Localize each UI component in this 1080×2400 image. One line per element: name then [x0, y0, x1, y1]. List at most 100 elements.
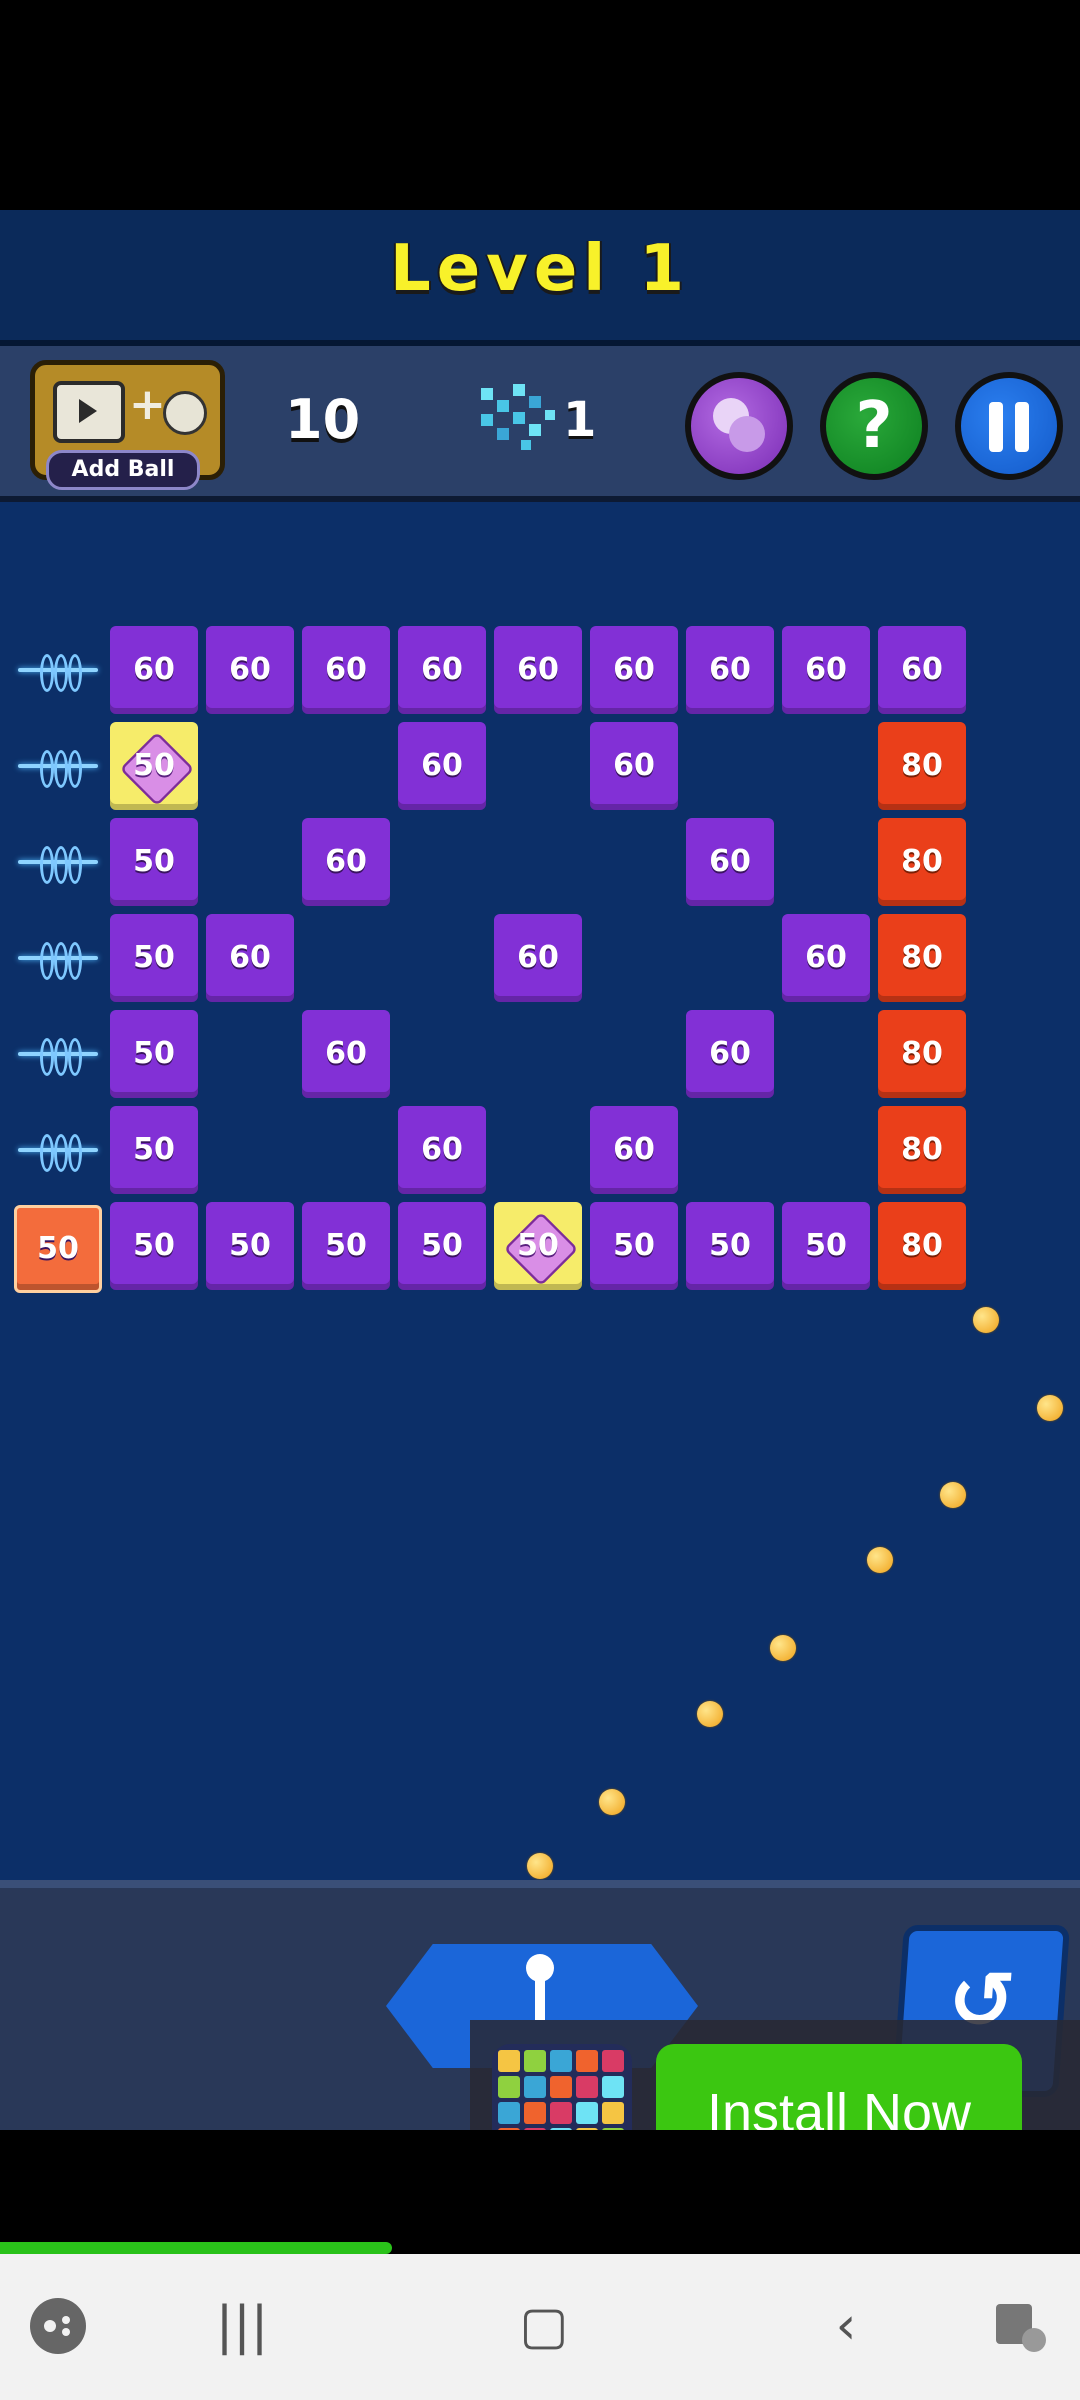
brick-value: 60 [709, 652, 751, 687]
black-band [0, 2130, 1080, 2254]
brick-value: 50 [709, 1228, 751, 1263]
brick-value: 80 [901, 940, 943, 975]
brick-value: 80 [901, 1228, 943, 1263]
plus-icon: + [129, 379, 166, 430]
ball [940, 1482, 966, 1508]
ball [1037, 1395, 1063, 1421]
ad-tv-icon [53, 381, 125, 443]
laser-icon [18, 1130, 98, 1172]
ball [867, 1547, 893, 1573]
brick-value: 60 [421, 748, 463, 783]
brick-gem: 50 [110, 722, 198, 810]
ball-icon [163, 391, 207, 435]
brick-purple: 60 [302, 626, 390, 714]
brick-value: 60 [133, 652, 175, 687]
brick-purple: 60 [398, 722, 486, 810]
brick-purple: 60 [206, 626, 294, 714]
status-area [0, 0, 1080, 210]
brick-red: 80 [878, 1106, 966, 1194]
balls-skin-icon [713, 398, 765, 452]
brick-value: 60 [421, 1132, 463, 1167]
balls-count: 10 [285, 388, 361, 451]
brick-purple: 50 [110, 1010, 198, 1098]
brick-value: 60 [325, 1036, 367, 1071]
brick-purple: 60 [686, 1010, 774, 1098]
brick-value: 60 [517, 940, 559, 975]
brick-value: 60 [325, 652, 367, 687]
laser-icon [18, 650, 98, 692]
brick-purple: 50 [110, 1202, 198, 1290]
ad-icon-tile [524, 2076, 546, 2098]
brick-purple: 60 [782, 626, 870, 714]
pause-icon [989, 402, 1003, 452]
brick-purple: 50 [782, 1202, 870, 1290]
brick-red: 80 [878, 722, 966, 810]
brick-purple: 50 [686, 1202, 774, 1290]
brick-red: 80 [878, 1202, 966, 1290]
brick-red: 80 [878, 914, 966, 1002]
ad-icon-tile [602, 2050, 624, 2072]
brick-value: 60 [613, 748, 655, 783]
accessibility-icon[interactable] [990, 2294, 1054, 2358]
ball [697, 1701, 723, 1727]
brick-purple: 60 [398, 626, 486, 714]
progress-bar [0, 2242, 392, 2254]
brick-purple: 60 [110, 626, 198, 714]
brick-red: 80 [878, 818, 966, 906]
brick-gem: 50 [494, 1202, 582, 1290]
brick-purple: 50 [398, 1202, 486, 1290]
brick-purple: 60 [686, 818, 774, 906]
laser-icon [18, 842, 98, 884]
brick-value: 80 [901, 1132, 943, 1167]
add-ball-label[interactable]: Add Ball [46, 450, 200, 490]
brick-value: 60 [805, 652, 847, 687]
ad-icon-tile [602, 2076, 624, 2098]
brick-value: 50 [229, 1228, 271, 1263]
brick-value: 50 [133, 1036, 175, 1071]
recents-button[interactable]: ||| [210, 2294, 274, 2358]
laser-icon [18, 746, 98, 788]
brick-purple: 60 [398, 1106, 486, 1194]
level-title: Level 1 [389, 232, 691, 306]
game-launcher-icon[interactable] [26, 2294, 90, 2358]
brick-value: 60 [421, 652, 463, 687]
brick-value: 60 [229, 940, 271, 975]
ad-icon-tile [576, 2050, 598, 2072]
brick-purple: 60 [590, 626, 678, 714]
brick-value: 60 [613, 1132, 655, 1167]
aim-launcher-icon [526, 1954, 554, 1982]
ad-icon-tile [524, 2050, 546, 2072]
home-button[interactable]: ▢ [512, 2294, 576, 2358]
brick-purple: 60 [590, 722, 678, 810]
brick-value: 80 [901, 748, 943, 783]
laser-icon [18, 1034, 98, 1076]
brick-value: 80 [901, 844, 943, 879]
brick-value: 60 [517, 652, 559, 687]
ad-icon-tile [498, 2102, 520, 2124]
help-button[interactable]: ? [820, 372, 928, 480]
balls-skin-button[interactable] [685, 372, 793, 480]
brick-value: 60 [709, 844, 751, 879]
ad-icon-tile [498, 2050, 520, 2072]
brick-value: 80 [901, 1036, 943, 1071]
brick-purple: 60 [782, 914, 870, 1002]
brick-purple: 50 [110, 818, 198, 906]
help-icon: ? [855, 389, 893, 463]
ball [770, 1635, 796, 1661]
brick-value: 50 [133, 748, 175, 783]
brick-purple: 60 [878, 626, 966, 714]
brick-value: 50 [133, 940, 175, 975]
brick-value: 60 [901, 652, 943, 687]
brick-value: 50 [325, 1228, 367, 1263]
brick-value: 60 [709, 1036, 751, 1071]
laser-icon [18, 938, 98, 980]
brick-value: 50 [805, 1228, 847, 1263]
ad-icon-tile [576, 2102, 598, 2124]
back-button[interactable]: ‹ [814, 2294, 878, 2358]
brick-purple: 60 [302, 1010, 390, 1098]
bricks-remaining: 1 [563, 392, 597, 448]
brick-value: 60 [613, 652, 655, 687]
ad-icon-tile [524, 2102, 546, 2124]
ad-icon-tile [576, 2076, 598, 2098]
pause-button[interactable] [955, 372, 1063, 480]
